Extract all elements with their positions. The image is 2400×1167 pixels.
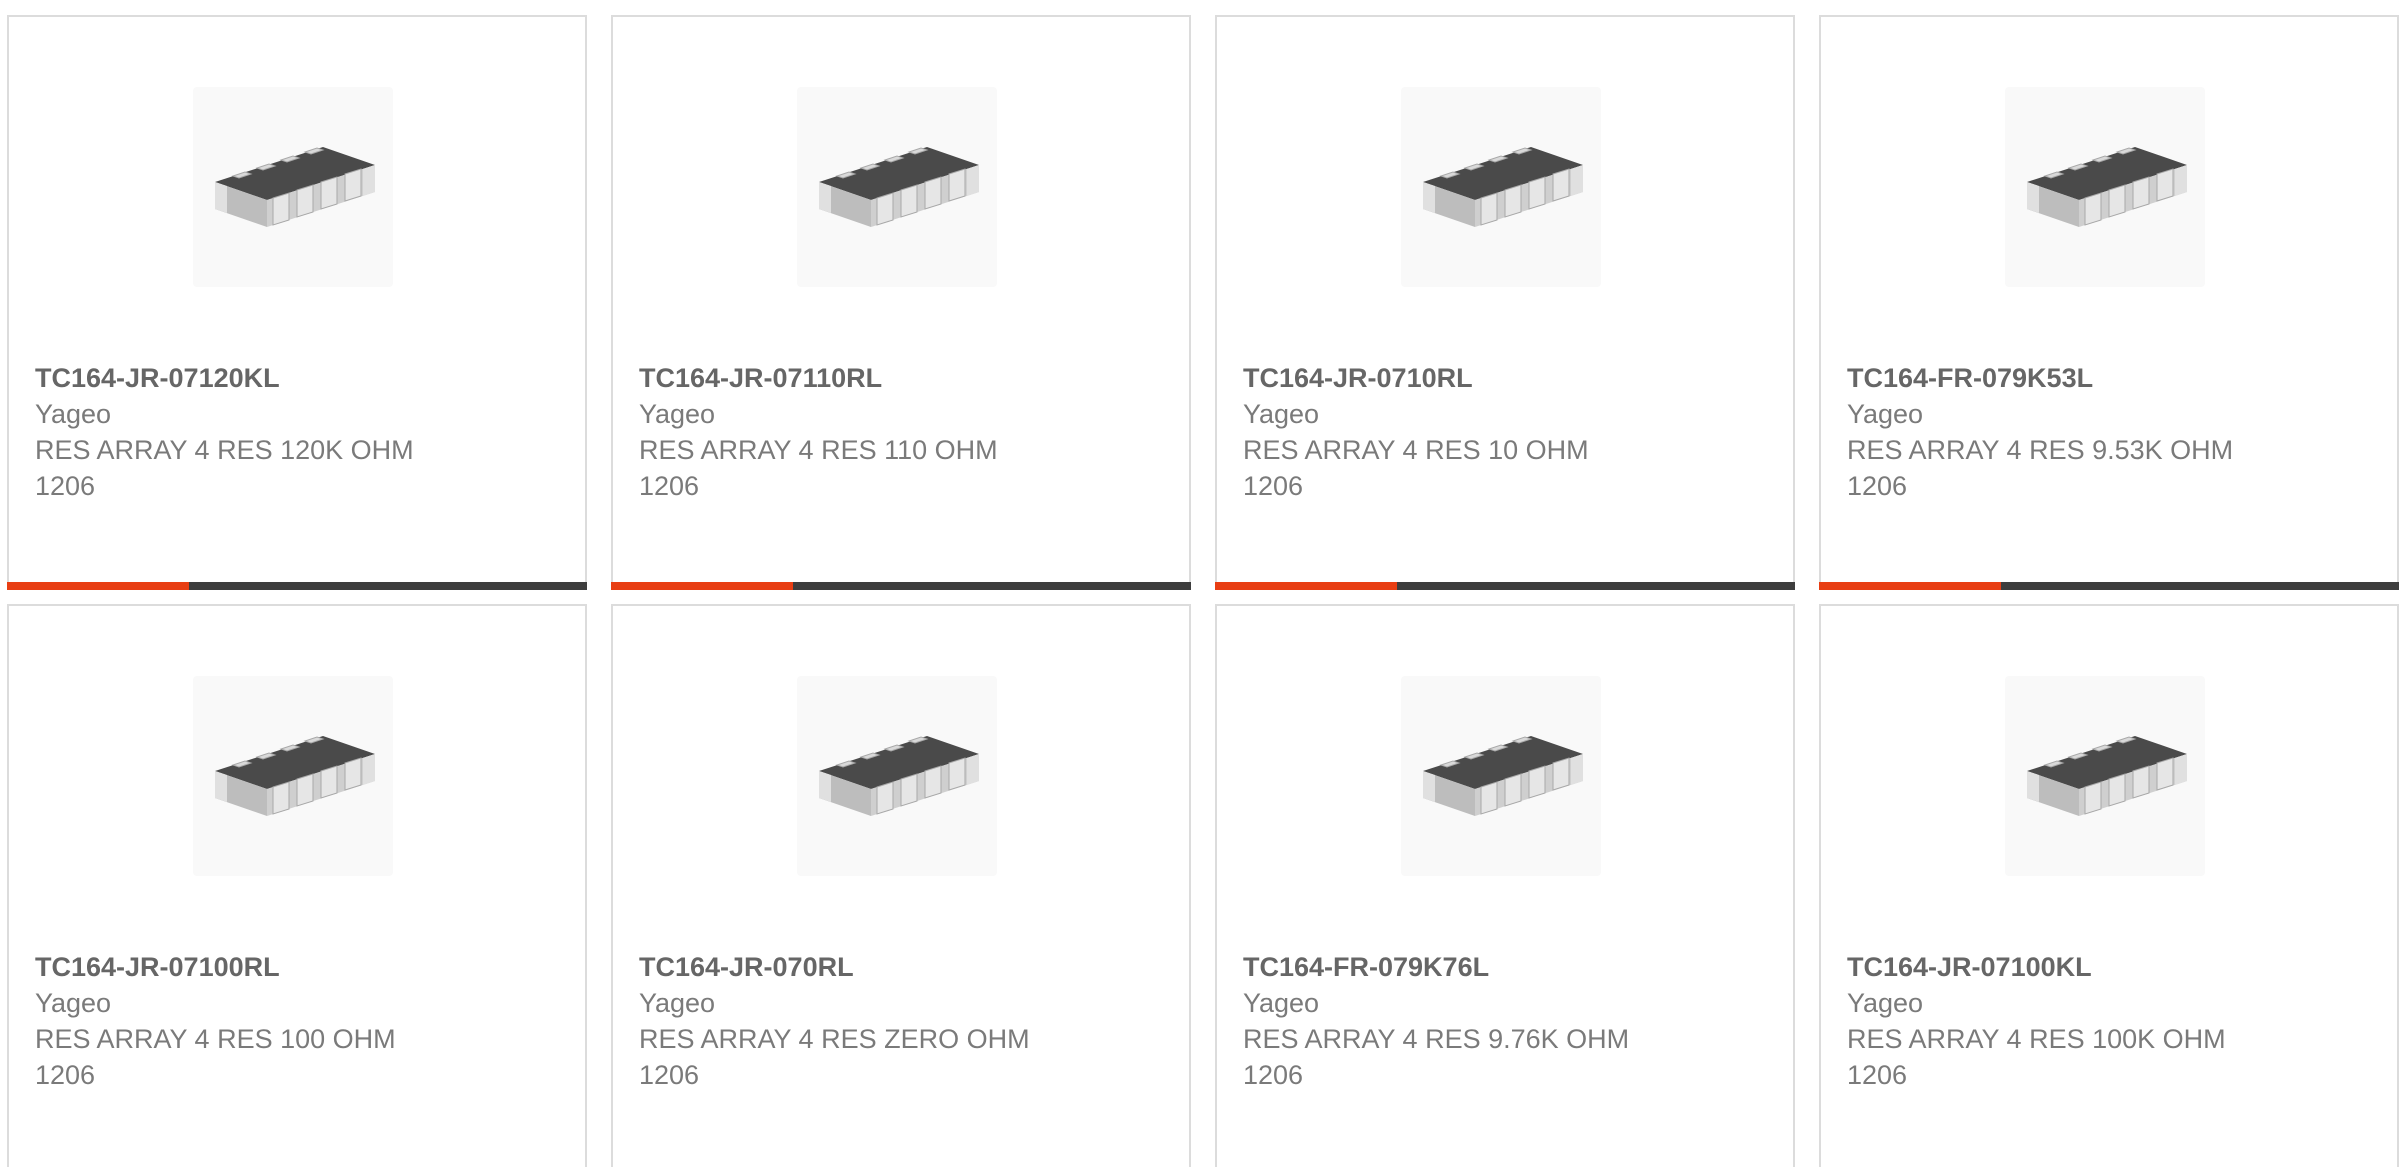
package: 1206 bbox=[1243, 1060, 1304, 1090]
resistor-array-chip-icon bbox=[1423, 736, 1583, 816]
manufacturer: Yageo bbox=[1847, 399, 1924, 429]
resistor-array-chip-icon bbox=[819, 736, 979, 816]
resistor-array-chip-icon bbox=[2027, 736, 2187, 816]
package: 1206 bbox=[35, 1060, 96, 1090]
product-card[interactable]: TC164-JR-07100KL Yageo RES ARRAY 4 RES 1… bbox=[1819, 604, 2399, 1167]
product-image[interactable] bbox=[797, 676, 997, 876]
manufacturer: Yageo bbox=[1847, 988, 1924, 1018]
card-bottom-bar bbox=[1215, 582, 1795, 590]
card-bottom-bar bbox=[7, 582, 587, 590]
manufacturer: Yageo bbox=[35, 399, 112, 429]
description: RES ARRAY 4 RES 110 OHM bbox=[639, 435, 998, 465]
product-card[interactable]: TC164-FR-079K53L Yageo RES ARRAY 4 RES 9… bbox=[1819, 15, 2399, 590]
resistor-array-chip-icon bbox=[215, 147, 375, 227]
part-number-link[interactable]: TC164-FR-079K76L bbox=[1243, 949, 1763, 985]
description: RES ARRAY 4 RES 100K OHM bbox=[1847, 1024, 2226, 1054]
product-info: TC164-FR-079K53L Yageo RES ARRAY 4 RES 9… bbox=[1847, 360, 2367, 504]
package: 1206 bbox=[1243, 471, 1304, 501]
product-grid: TC164-JR-07120KL Yageo RES ARRAY 4 RES 1… bbox=[0, 0, 2400, 1167]
part-number-link[interactable]: TC164-JR-07110RL bbox=[639, 360, 1159, 396]
manufacturer: Yageo bbox=[639, 988, 716, 1018]
part-number-link[interactable]: TC164-JR-0710RL bbox=[1243, 360, 1763, 396]
product-info: TC164-JR-070RL Yageo RES ARRAY 4 RES ZER… bbox=[639, 949, 1159, 1093]
package: 1206 bbox=[35, 471, 96, 501]
description: RES ARRAY 4 RES 9.76K OHM bbox=[1243, 1024, 1630, 1054]
manufacturer: Yageo bbox=[639, 399, 716, 429]
description: RES ARRAY 4 RES 10 OHM bbox=[1243, 435, 1589, 465]
product-image[interactable] bbox=[1401, 87, 1601, 287]
card-accent-bar bbox=[1215, 582, 1397, 590]
description: RES ARRAY 4 RES 120K OHM bbox=[35, 435, 414, 465]
product-info: TC164-JR-0710RL Yageo RES ARRAY 4 RES 10… bbox=[1243, 360, 1763, 504]
product-info: TC164-JR-07100KL Yageo RES ARRAY 4 RES 1… bbox=[1847, 949, 2367, 1093]
manufacturer: Yageo bbox=[35, 988, 112, 1018]
resistor-array-chip-icon bbox=[1423, 147, 1583, 227]
product-card[interactable]: TC164-FR-079K76L Yageo RES ARRAY 4 RES 9… bbox=[1215, 604, 1795, 1167]
package: 1206 bbox=[639, 1060, 700, 1090]
package: 1206 bbox=[639, 471, 700, 501]
product-card[interactable]: TC164-JR-0710RL Yageo RES ARRAY 4 RES 10… bbox=[1215, 15, 1795, 590]
product-image[interactable] bbox=[193, 676, 393, 876]
package: 1206 bbox=[1847, 1060, 1908, 1090]
package: 1206 bbox=[1847, 471, 1908, 501]
part-number-link[interactable]: TC164-JR-070RL bbox=[639, 949, 1159, 985]
part-number-link[interactable]: TC164-JR-07120KL bbox=[35, 360, 555, 396]
product-image[interactable] bbox=[2005, 87, 2205, 287]
resistor-array-chip-icon bbox=[2027, 147, 2187, 227]
product-image[interactable] bbox=[193, 87, 393, 287]
product-info: TC164-JR-07100RL Yageo RES ARRAY 4 RES 1… bbox=[35, 949, 555, 1093]
product-card[interactable]: TC164-JR-07100RL Yageo RES ARRAY 4 RES 1… bbox=[7, 604, 587, 1167]
product-info: TC164-JR-07120KL Yageo RES ARRAY 4 RES 1… bbox=[35, 360, 555, 504]
part-number-link[interactable]: TC164-JR-07100RL bbox=[35, 949, 555, 985]
manufacturer: Yageo bbox=[1243, 988, 1320, 1018]
part-number-link[interactable]: TC164-JR-07100KL bbox=[1847, 949, 2367, 985]
product-info: TC164-FR-079K76L Yageo RES ARRAY 4 RES 9… bbox=[1243, 949, 1763, 1093]
product-image[interactable] bbox=[797, 87, 997, 287]
product-card[interactable]: TC164-JR-07120KL Yageo RES ARRAY 4 RES 1… bbox=[7, 15, 587, 590]
manufacturer: Yageo bbox=[1243, 399, 1320, 429]
product-image[interactable] bbox=[2005, 676, 2205, 876]
part-number-link[interactable]: TC164-FR-079K53L bbox=[1847, 360, 2367, 396]
card-accent-bar bbox=[611, 582, 793, 590]
card-accent-bar bbox=[1819, 582, 2001, 590]
card-bottom-bar bbox=[1819, 582, 2399, 590]
resistor-array-chip-icon bbox=[819, 147, 979, 227]
card-bottom-bar bbox=[611, 582, 1191, 590]
product-card[interactable]: TC164-JR-070RL Yageo RES ARRAY 4 RES ZER… bbox=[611, 604, 1191, 1167]
card-accent-bar bbox=[7, 582, 189, 590]
product-image[interactable] bbox=[1401, 676, 1601, 876]
product-card[interactable]: TC164-JR-07110RL Yageo RES ARRAY 4 RES 1… bbox=[611, 15, 1191, 590]
description: RES ARRAY 4 RES 9.53K OHM bbox=[1847, 435, 2234, 465]
description: RES ARRAY 4 RES ZERO OHM bbox=[639, 1024, 1030, 1054]
product-info: TC164-JR-07110RL Yageo RES ARRAY 4 RES 1… bbox=[639, 360, 1159, 504]
resistor-array-chip-icon bbox=[215, 736, 375, 816]
description: RES ARRAY 4 RES 100 OHM bbox=[35, 1024, 396, 1054]
